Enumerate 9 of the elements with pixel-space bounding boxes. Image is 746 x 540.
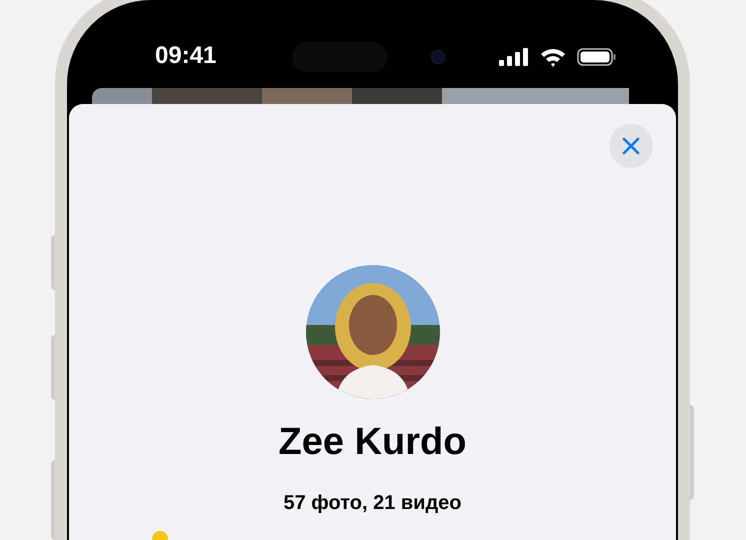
signal-icon: [499, 48, 529, 66]
close-icon: [622, 137, 640, 155]
battery-icon: [577, 47, 617, 67]
camera-icon: [431, 50, 445, 64]
status-time: 09:41: [155, 44, 216, 68]
person-name: Zee Kurdo: [278, 423, 466, 461]
close-button[interactable]: [609, 124, 653, 168]
media-count: 57 фото, 21 видео: [283, 493, 462, 513]
wifi-icon: [540, 47, 566, 67]
